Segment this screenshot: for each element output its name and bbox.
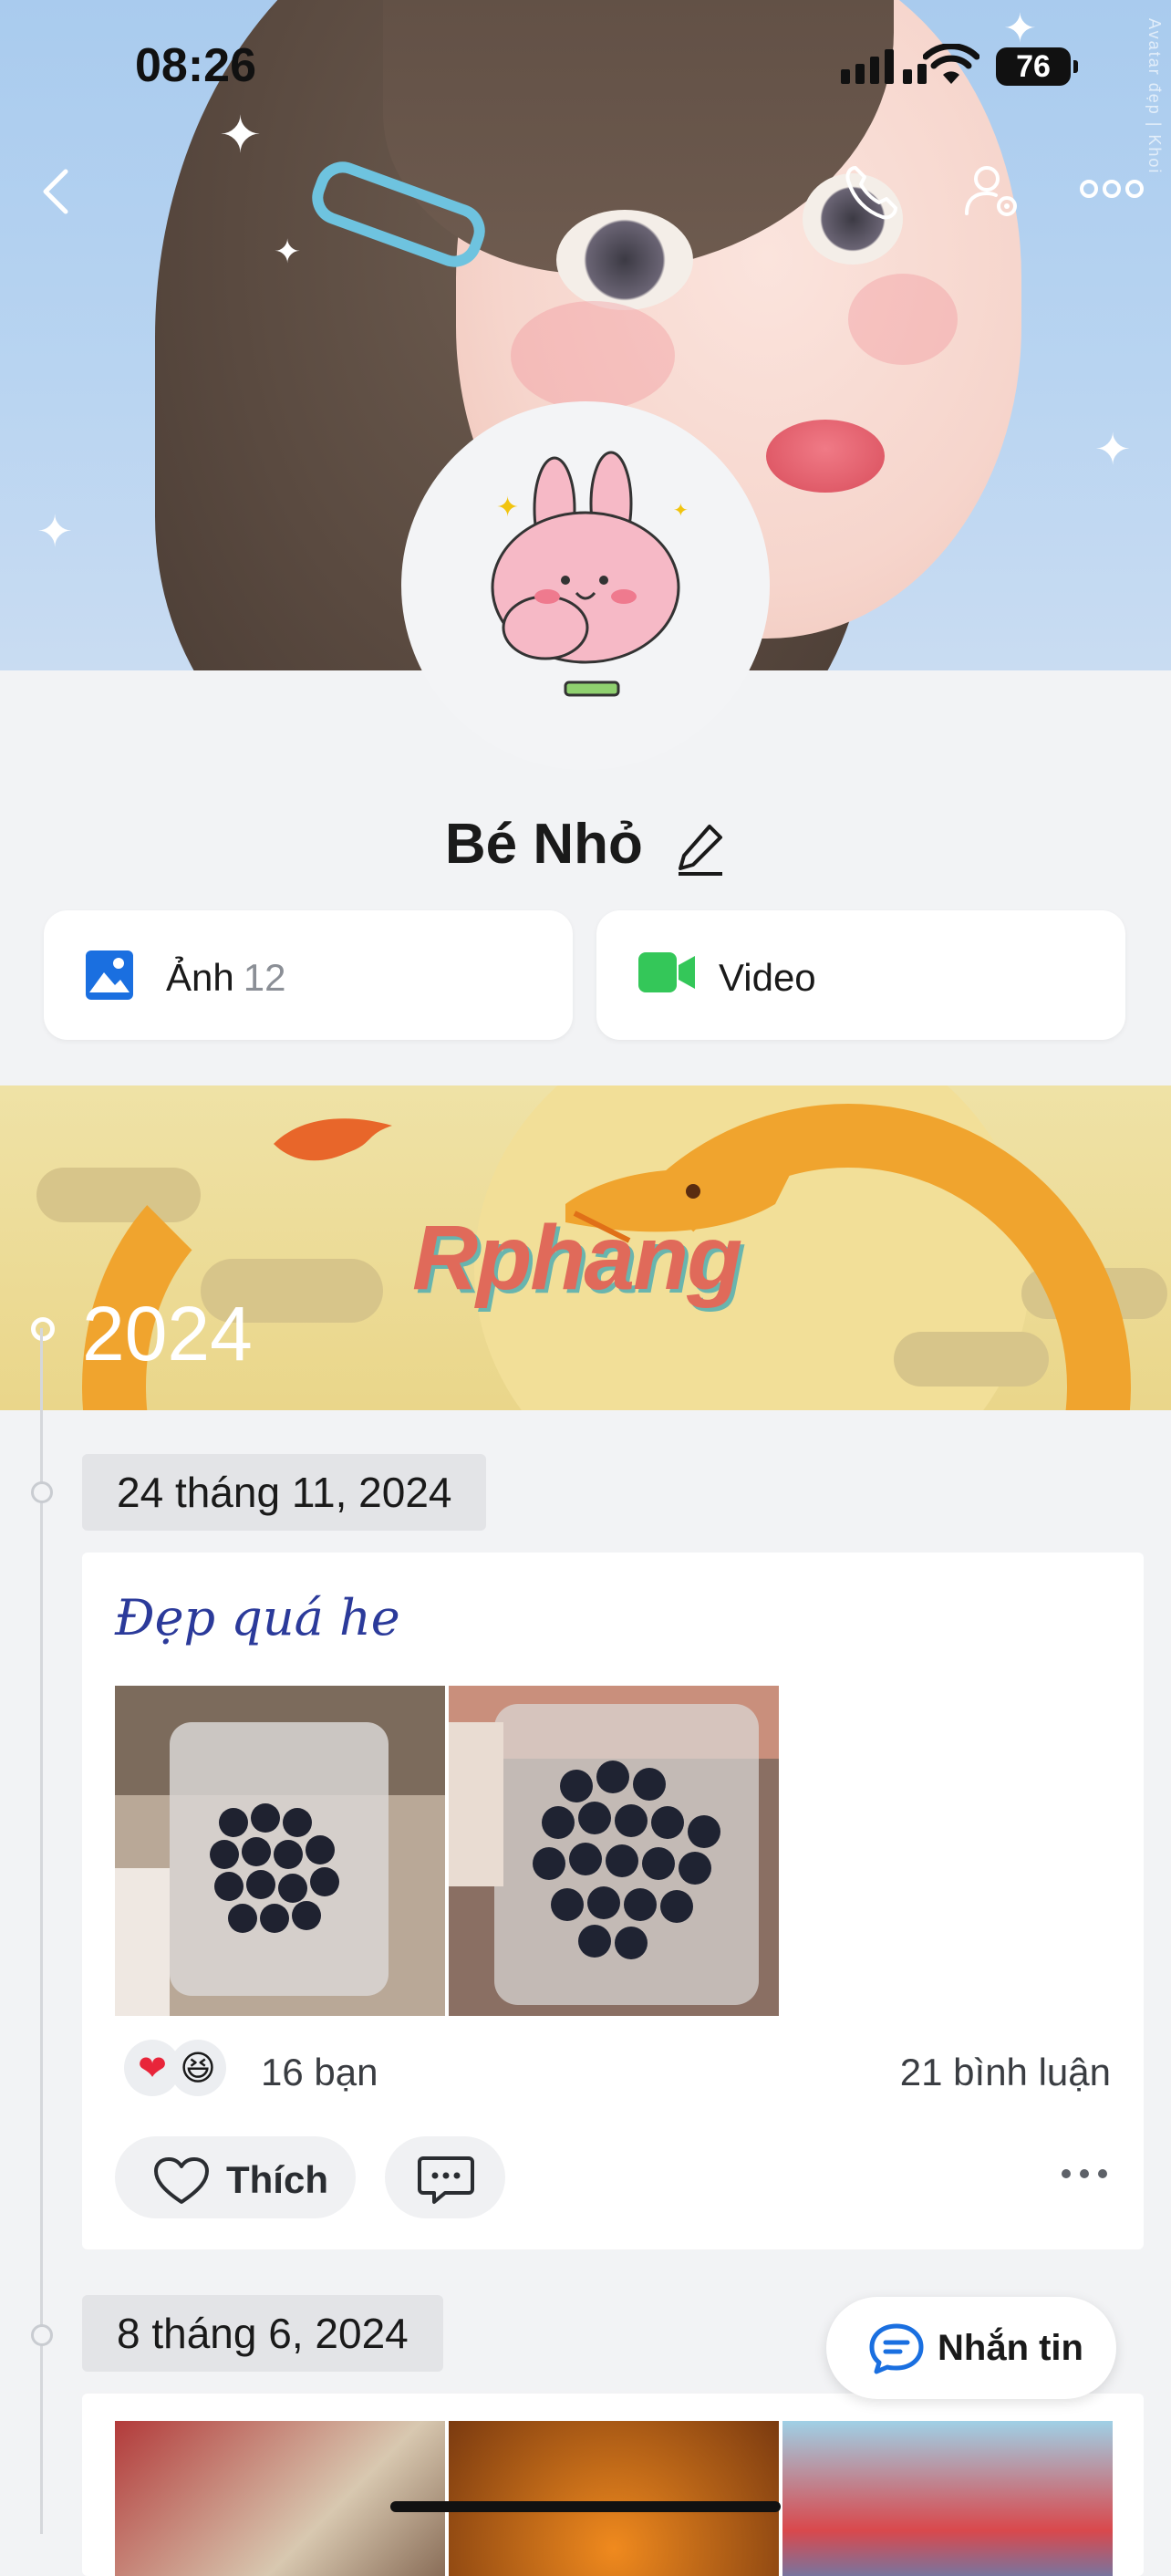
cover-cheek (848, 274, 958, 365)
timeline-post[interactable] (82, 2394, 1144, 2576)
cover-lips (766, 420, 885, 493)
message-button[interactable]: Nhắn tin (826, 2297, 1116, 2399)
status-time: 08:26 (135, 39, 256, 92)
cellular-signal-icon (841, 49, 927, 84)
cover-cheek (511, 301, 675, 410)
timeline-dot (31, 1317, 55, 1341)
post-photo[interactable] (115, 1686, 445, 2016)
svg-text:✦: ✦ (673, 501, 689, 521)
chat-bubble-icon (869, 2323, 924, 2374)
battery-indicator: 76 (996, 47, 1078, 86)
heart-outline-icon (154, 2157, 209, 2204)
timeline-post[interactable]: Đẹp quá he ❤ 😆 16 bạn 21 bình luận Thích (82, 1553, 1144, 2249)
comment-icon (418, 2156, 474, 2204)
photos-label: Ảnh (166, 956, 234, 999)
photos-card[interactable]: Ảnh 12 (44, 910, 573, 1040)
comment-button[interactable] (385, 2136, 505, 2218)
like-button[interactable]: Thích (115, 2136, 356, 2218)
user-settings-icon[interactable] (961, 161, 1023, 223)
post-photo[interactable] (449, 1686, 779, 2016)
flame-icon (274, 1118, 392, 1161)
year-label: 2024 (82, 1291, 253, 1376)
sparkle-icon: ✦ (1094, 426, 1132, 474)
post-photo[interactable] (115, 2421, 445, 2576)
status-bar: 08:26 76 (0, 0, 1171, 128)
profile-name-row: Bé Nhỏ (0, 812, 1171, 877)
profile-name: Bé Nhỏ (444, 813, 643, 876)
comment-count[interactable]: 21 bình luận (900, 2051, 1111, 2094)
video-camera-icon (638, 952, 695, 992)
laughing-reaction-icon: 😆 (170, 2040, 226, 2096)
banner-watermark: Rphang (412, 1207, 742, 1309)
year-banner: Rphang 2024 (0, 1085, 1171, 1410)
cover-eye-left (556, 210, 693, 310)
sparkle-icon: ✦ (36, 508, 74, 556)
sparkle-icon: ✦ (274, 233, 302, 270)
message-label: Nhắn tin (938, 2328, 1083, 2368)
phone-call-icon[interactable] (841, 161, 903, 223)
post-photo[interactable] (782, 2421, 1113, 2576)
photos-count: 12 (243, 956, 286, 999)
photo-gallery-icon (86, 950, 133, 1000)
video-card[interactable]: Video (596, 910, 1125, 1040)
post-photo[interactable] (449, 2421, 779, 2576)
avatar[interactable]: ✦ ✦ (401, 401, 770, 770)
back-arrow-icon[interactable] (36, 164, 77, 219)
svg-text:✦: ✦ (496, 493, 519, 523)
post-caption: Đẹp quá he (115, 1589, 400, 1646)
like-label: Thích (226, 2158, 328, 2201)
more-options-icon[interactable] (1080, 177, 1144, 201)
post-date-chip: 24 tháng 11, 2024 (82, 1454, 487, 1531)
bunny-sticker-icon: ✦ ✦ (491, 451, 689, 697)
post-more-icon[interactable] (1062, 2169, 1107, 2178)
timeline-dot (31, 1481, 53, 1503)
wifi-icon (923, 44, 979, 84)
timeline-dot (31, 2324, 53, 2346)
edit-pencil-icon[interactable] (675, 821, 726, 876)
post-date-chip: 8 tháng 6, 2024 (82, 2295, 443, 2372)
home-indicator (390, 2501, 781, 2512)
reaction-count[interactable]: 16 bạn (261, 2051, 378, 2094)
timeline-line (40, 1328, 43, 2534)
video-label: Video (719, 956, 816, 999)
